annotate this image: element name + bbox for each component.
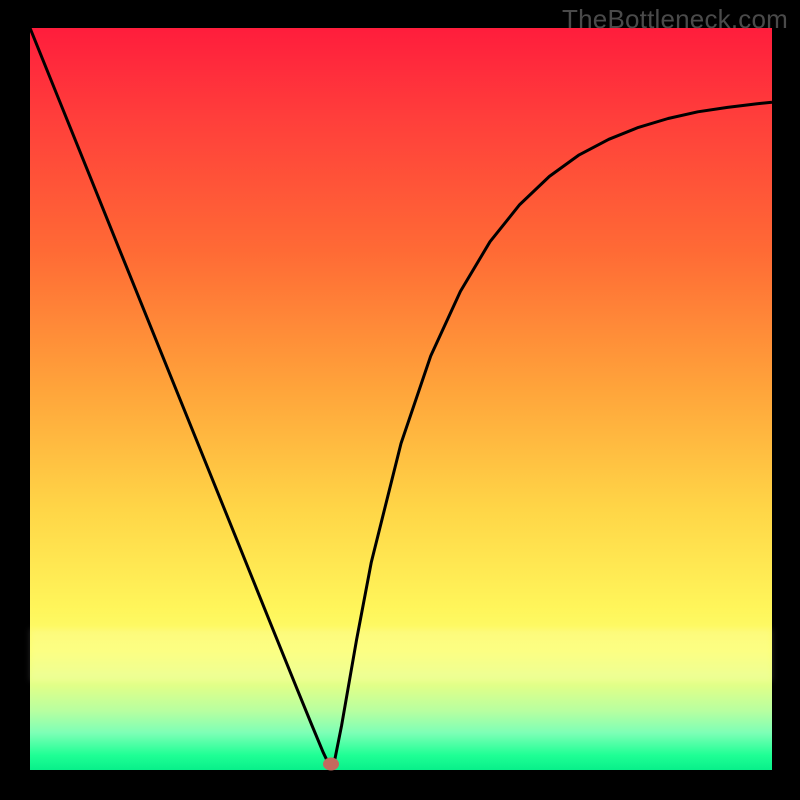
watermark-text: TheBottleneck.com (562, 4, 788, 35)
plot-area (30, 28, 772, 770)
chart-frame: TheBottleneck.com (0, 0, 800, 800)
curve-minimum-marker (323, 758, 339, 771)
curve-line (30, 28, 772, 766)
bottleneck-curve (30, 28, 772, 770)
